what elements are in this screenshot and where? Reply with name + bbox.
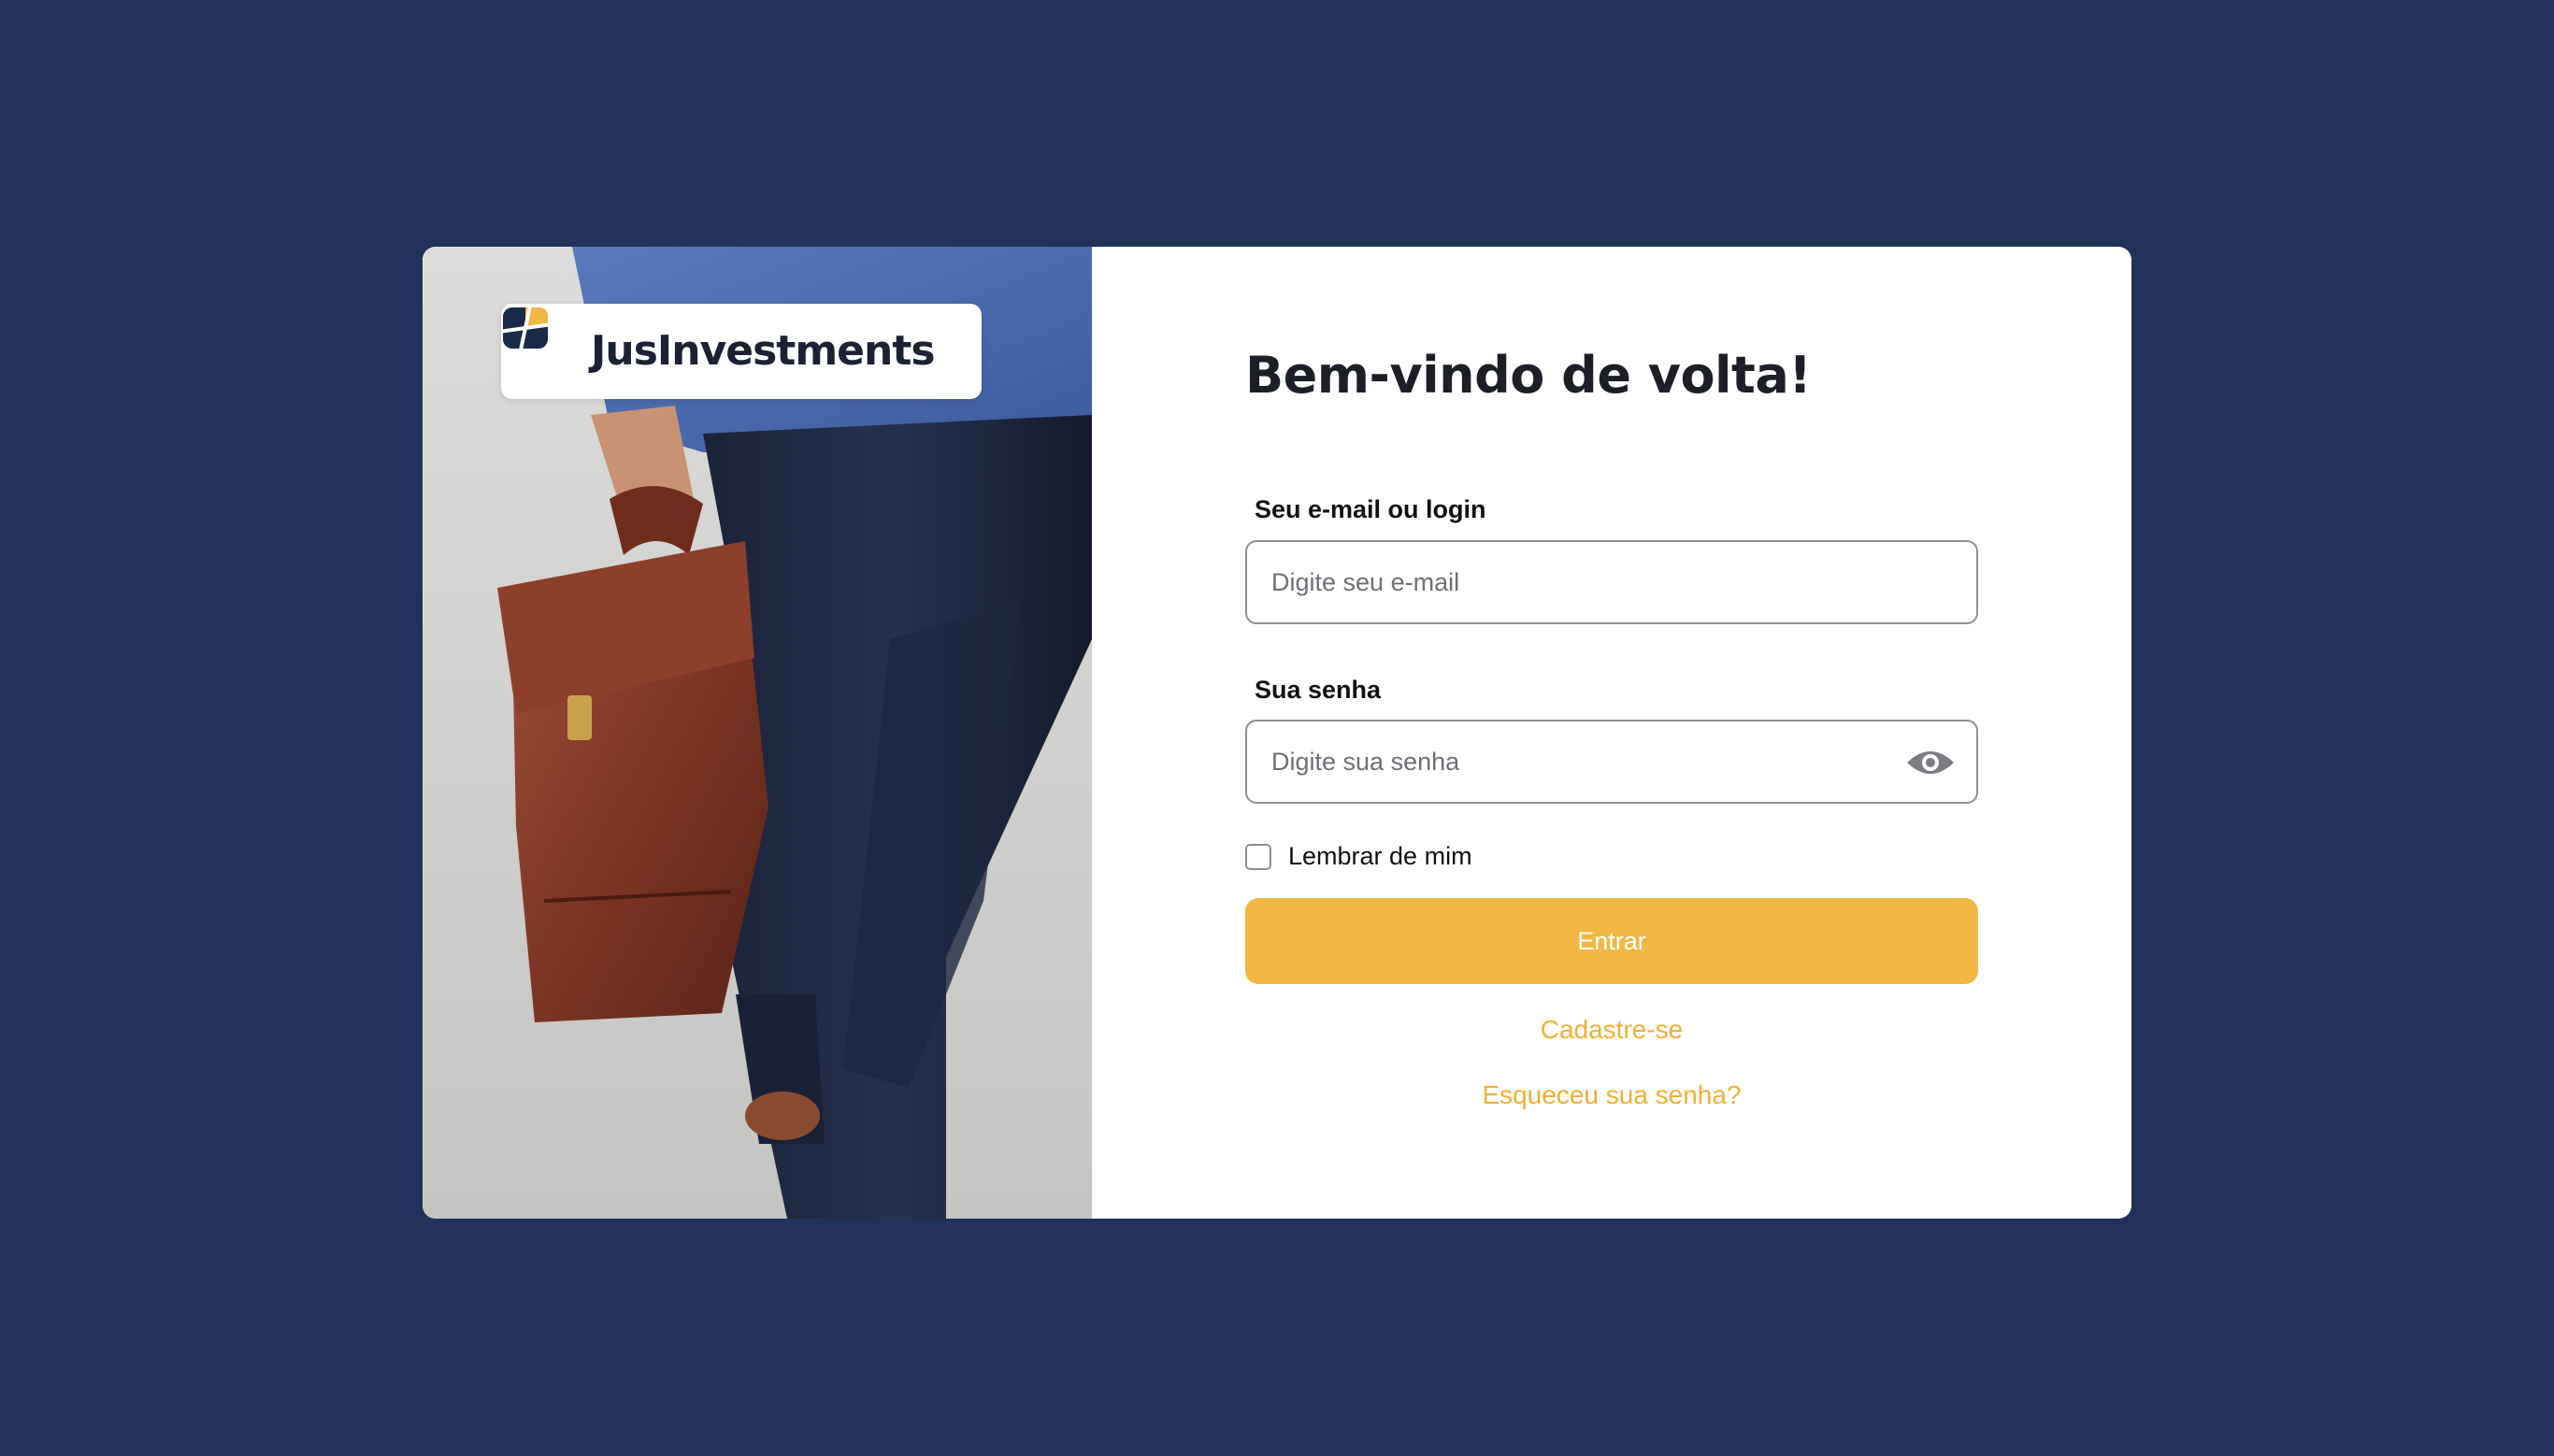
- email-field[interactable]: [1247, 542, 1976, 622]
- jusinvestments-logo-icon: [501, 304, 550, 352]
- remember-me-checkbox[interactable]: [1245, 843, 1271, 870]
- remember-me[interactable]: Lembrar de mim: [1245, 842, 1472, 871]
- page-title: Bem-vindo de volta!: [1245, 346, 1812, 405]
- forgot-password-link[interactable]: Esqueceu sua senha?: [1245, 1080, 1978, 1110]
- brand-logo: JusInvestments: [501, 304, 982, 399]
- password-label: Sua senha: [1255, 676, 1382, 704]
- login-card: JusInvestments Bem-vindo de volta! Seu e…: [423, 247, 2131, 1219]
- password-field-wrapper: [1245, 720, 1978, 804]
- password-field[interactable]: [1247, 721, 1976, 802]
- login-button[interactable]: Entrar: [1245, 898, 1978, 984]
- eye-icon[interactable]: [1905, 746, 1956, 779]
- email-field-wrapper: [1245, 540, 1978, 624]
- signup-link[interactable]: Cadastre-se: [1245, 1015, 1978, 1045]
- remember-me-label: Lembrar de mim: [1288, 842, 1472, 870]
- email-label: Seu e-mail ou login: [1255, 495, 1486, 523]
- brand-name: JusInvestments: [591, 327, 936, 375]
- hero-photo: JusInvestments: [423, 247, 1092, 1219]
